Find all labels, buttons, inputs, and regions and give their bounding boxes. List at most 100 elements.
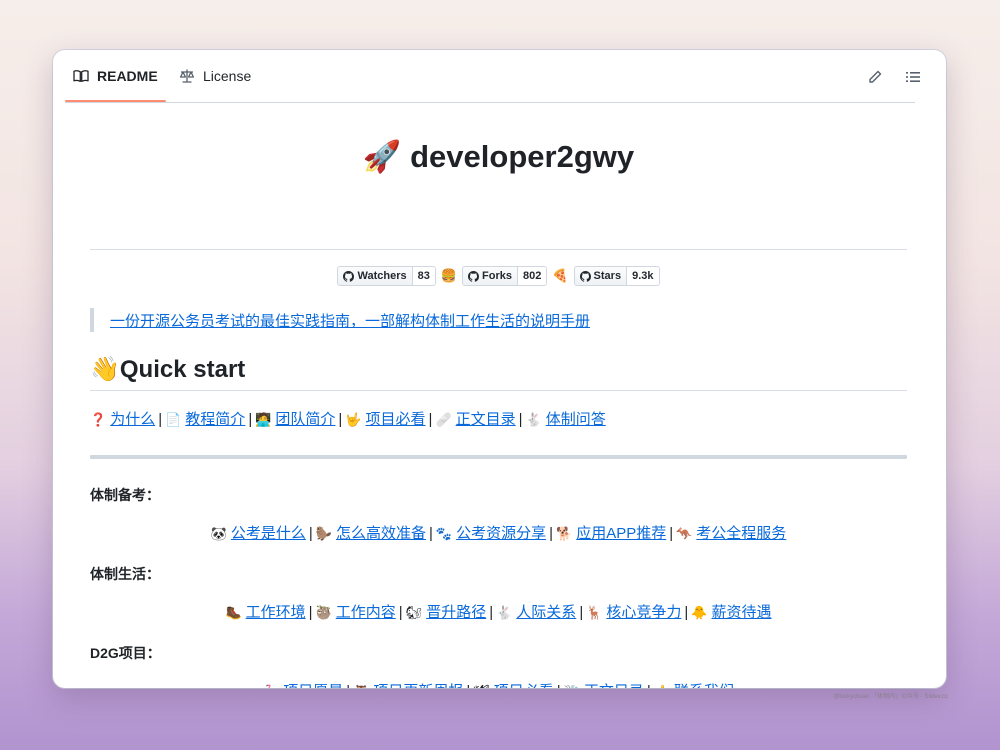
watchers-label: Watchers (357, 270, 407, 282)
github-icon (468, 270, 480, 282)
stars-badge[interactable]: Stars 9.3k (573, 266, 660, 286)
link-separator: | (518, 411, 523, 428)
nav-link[interactable]: 项目必看 (366, 411, 426, 428)
page-title-text: developer2gwy (410, 139, 635, 174)
nav-link[interactable]: 为什么 (110, 411, 155, 428)
nav-link[interactable]: 正文目录 (456, 411, 516, 428)
section-prep-links: 🐼 公考是什么 | 🦫 怎么高效准备 | 🐾 公考资源分享 | 🐕 应用APP推荐 | 🦘 考公全程服务 (90, 523, 907, 545)
burger-icon: 🍔 (440, 268, 458, 283)
page-title: 🚀 developer2gwy (90, 136, 907, 178)
link-emoji-icon: 🐇 (496, 605, 513, 620)
nav-link[interactable]: 工作内容 (336, 604, 396, 621)
link-separator: | (428, 525, 433, 542)
outline-button[interactable] (900, 64, 926, 90)
link-emoji-icon: 🦘 (676, 526, 693, 541)
link-emoji-icon: 🐾 (435, 526, 453, 541)
edit-button[interactable] (862, 64, 888, 90)
tab-readme-label: README (97, 67, 158, 84)
link-separator: | (248, 411, 253, 428)
link-separator: | (647, 683, 651, 688)
quick-start-heading-text: Quick start (119, 356, 246, 383)
link-emoji-icon: 🐇 (525, 412, 542, 427)
tab-readme[interactable]: README (65, 50, 166, 102)
book-icon (73, 69, 89, 82)
forks-count: 802 (518, 267, 547, 285)
nav-link[interactable]: 项目更新周报 (373, 683, 463, 688)
link-separator: | (346, 683, 350, 688)
nav-link[interactable]: 工作环境 (246, 604, 306, 621)
link-emoji-icon: 👍 (654, 684, 670, 688)
link-emoji-icon: 📄 (165, 412, 182, 427)
link-emoji-icon: 🦩 (263, 684, 279, 688)
link-separator: | (557, 683, 561, 688)
nav-link[interactable]: 联系我们 (674, 683, 734, 688)
link-emoji-icon: 🦥 (315, 605, 332, 620)
pizza-icon: 🍕 (552, 268, 569, 283)
rocket-icon: 🚀 (362, 139, 402, 174)
title-divider (90, 249, 907, 250)
watchers-count: 83 (412, 267, 435, 285)
link-separator: | (158, 411, 163, 428)
section-title-life: 体制生活： (90, 566, 160, 582)
nav-link[interactable]: 体制问答 (546, 411, 606, 428)
tab-license-label: License (203, 67, 252, 84)
forks-badge[interactable]: Forks 802 (462, 266, 548, 286)
waving-hand-icon: 👋 (90, 356, 120, 383)
github-icon (343, 270, 355, 282)
heading-divider (90, 390, 907, 391)
link-emoji-icon: 🐿 (405, 605, 423, 620)
link-emoji-icon: 🐝 (564, 684, 580, 688)
link-separator: | (308, 604, 313, 621)
nav-link[interactable]: 人际关系 (516, 604, 576, 621)
nav-link[interactable]: 教程简介 (185, 411, 245, 428)
link-emoji-icon: 🐥 (691, 605, 708, 620)
watchers-badge[interactable]: Watchers 83 (337, 266, 436, 286)
nav-link[interactable]: 项目愿景 (283, 683, 343, 688)
link-emoji-icon: 🧑‍💻 (255, 412, 272, 427)
link-separator: | (308, 525, 313, 542)
scale-icon (179, 69, 195, 83)
link-emoji-icon: 🐼 (210, 526, 227, 541)
nav-link[interactable]: 正文目录 (584, 683, 644, 688)
nav-link[interactable]: 核心竞争力 (606, 604, 681, 621)
nav-link[interactable]: 薪资待遇 (712, 604, 772, 621)
nav-link[interactable]: 团队简介 (275, 411, 335, 428)
badge-row: Watchers 83 🍔 Forks 802 🍕 Stars 9.3k (90, 265, 907, 287)
nav-link[interactable]: 项目必看 (494, 683, 554, 688)
link-emoji-icon: 🥾 (225, 605, 242, 620)
link-separator: | (549, 525, 553, 542)
nav-link[interactable]: 应用APP推荐 (576, 525, 666, 542)
tab-license[interactable]: License (179, 50, 251, 101)
link-separator: | (428, 411, 433, 428)
link-emoji-icon: 🦫 (315, 526, 332, 541)
nav-link[interactable]: 公考是什么 (231, 525, 306, 542)
nav-link[interactable]: 考公全程服务 (696, 525, 786, 542)
link-separator: | (398, 604, 403, 621)
link-separator: | (338, 411, 343, 428)
link-emoji-icon: 🕊 (473, 684, 490, 688)
tab-bar: README License (65, 50, 915, 103)
link-emoji-icon: 🩹 (435, 412, 452, 427)
github-icon (579, 270, 591, 282)
forks-label: Forks (482, 270, 512, 282)
tagline-quote: 一份开源公务员考试的最佳实践指南，一部解构体制工作生活的说明手册 (90, 308, 590, 332)
tagline-link[interactable]: 一份开源公务员考试的最佳实践指南，一部解构体制工作生活的说明手册 (110, 310, 590, 331)
readme-card: README License 🚀 developer2gwy Watchers … (53, 50, 946, 688)
pencil-icon (869, 70, 882, 83)
quick-start-links: ❓ 为什么 | 📄 教程简介 | 🧑‍💻 团队简介 | 🤟 项目必看 | 🩹 正文目录 | 🐇 体制问答 (90, 409, 606, 431)
list-icon (906, 72, 920, 82)
link-emoji-icon: 🦌 (586, 605, 603, 620)
nav-link[interactable]: 晋升路径 (426, 604, 486, 621)
link-separator: | (684, 604, 689, 621)
nav-link[interactable]: 怎么高效准备 (336, 525, 426, 542)
section-life-links: 🥾 工作环境 | 🦥 工作内容 | 🐿 晋升路径 | 🐇 人际关系 | 🦌 核心竞争力 | 🐥 薪资待遇 (90, 602, 907, 624)
link-emoji-icon: 🐕 (556, 526, 573, 541)
nav-link[interactable]: 公考资源分享 (456, 525, 546, 542)
link-separator: | (466, 683, 470, 688)
link-emoji-icon: 🦉 (353, 684, 369, 688)
stars-count: 9.3k (627, 267, 659, 285)
section-divider-top (90, 455, 907, 459)
section-title-prep: 体制备考： (90, 487, 160, 503)
quick-start-heading: 👋Quick start (90, 355, 245, 385)
section-project-links: 🦩项目愿景|🦉项目更新周报|🕊项目必看|🐝正文目录|👍联系我们 (90, 681, 907, 688)
